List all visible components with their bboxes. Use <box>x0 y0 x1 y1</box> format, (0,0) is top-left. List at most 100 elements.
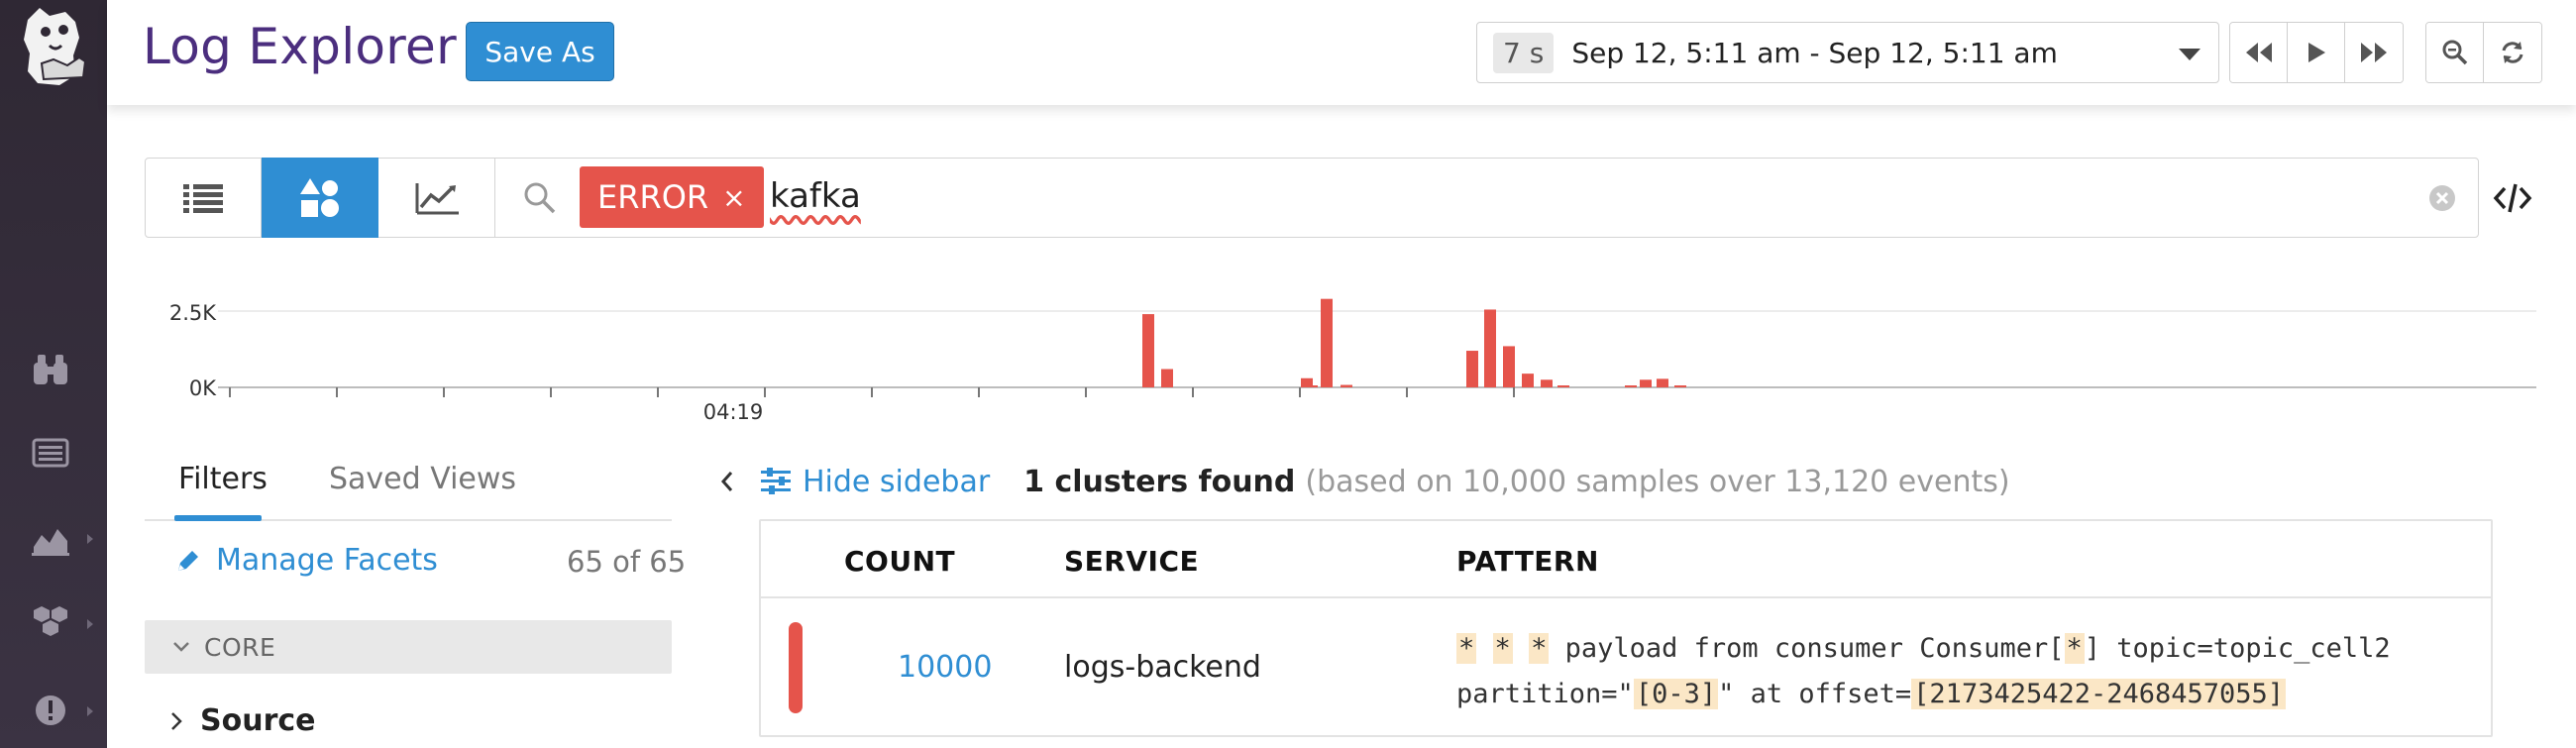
patterns-view-tab[interactable] <box>262 158 378 238</box>
line-chart-icon <box>415 182 459 214</box>
search-bar: ERROR × kafka <box>145 158 2479 238</box>
chevron-down-icon <box>173 642 189 652</box>
tab-filters[interactable]: Filters <box>178 462 268 496</box>
chevron-right-icon <box>83 616 97 630</box>
column-header-service[interactable]: SERVICE <box>1064 545 1199 578</box>
code-icon[interactable] <box>2493 180 2532 216</box>
fast-forward-icon <box>2361 43 2387 62</box>
histogram-bar[interactable] <box>1142 314 1154 387</box>
collapse-chevron-icon[interactable] <box>719 470 735 493</box>
zoom-out-button[interactable] <box>2426 23 2484 82</box>
histogram-bar[interactable] <box>1301 377 1313 387</box>
time-navigation-group <box>2229 22 2404 83</box>
x-ticks <box>229 387 1515 397</box>
bars <box>1142 298 1686 387</box>
time-range-text: Sep 12, 5:11 am - Sep 12, 5:11 am <box>1571 36 2058 69</box>
pattern-literal: payload from consumer Consumer[ <box>1549 633 2065 664</box>
patterns-toolbar: Hide sidebar 1 clusters found (based on … <box>719 462 2010 501</box>
caret-down-icon[interactable] <box>2179 49 2200 60</box>
binoculars-icon[interactable] <box>30 349 71 390</box>
pattern-variable: * <box>2064 633 2085 664</box>
histogram-bar[interactable] <box>1640 379 1652 387</box>
pattern-variable: [0-3] <box>1633 679 1719 709</box>
core-group-label: CORE <box>204 632 276 662</box>
save-as-button[interactable]: Save As <box>466 22 614 81</box>
clusters-found-count: 1 clusters found <box>1023 464 1296 499</box>
pattern-count[interactable]: 10000 <box>898 650 992 685</box>
search-icon <box>522 180 558 216</box>
histogram-bar[interactable] <box>1161 369 1173 387</box>
left-nav <box>0 0 107 748</box>
histogram-bar[interactable] <box>1557 385 1569 387</box>
column-header-count[interactable]: COUNT <box>844 545 955 578</box>
y-tick-label: 2.5K <box>169 301 217 325</box>
time-range-picker[interactable]: 7 s Sep 12, 5:11 am - Sep 12, 5:11 am <box>1476 22 2219 83</box>
pattern-variable: * <box>1456 633 1477 664</box>
histogram-bar[interactable] <box>1503 346 1515 387</box>
chip-label: ERROR <box>597 178 709 216</box>
pattern-variable: * <box>1529 633 1550 664</box>
search-query-input[interactable]: kafka <box>770 176 861 216</box>
page-title: Log Explorer <box>143 18 457 75</box>
list-view-icon <box>182 183 223 213</box>
x-tick-label: 04:19 <box>703 400 764 424</box>
clusters-sample-note: (based on 10,000 samples over 13,120 eve… <box>1305 464 2010 499</box>
histogram-bar[interactable] <box>1466 351 1478 387</box>
clear-search-icon[interactable] <box>2426 182 2458 214</box>
facet-source-label: Source <box>200 703 316 738</box>
y-tick-label: 0K <box>189 376 217 400</box>
histogram-bar[interactable] <box>1484 309 1496 387</box>
pattern-literal <box>1476 633 1492 664</box>
active-tab-indicator <box>174 515 262 521</box>
fast-forward-button[interactable] <box>2345 23 2403 82</box>
facet-source[interactable]: Source <box>170 703 316 738</box>
zoom-refresh-group <box>2425 22 2542 83</box>
manage-facets-link[interactable]: Manage Facets <box>174 543 438 578</box>
play-button[interactable] <box>2288 23 2345 82</box>
alert-icon[interactable] <box>30 690 71 731</box>
analytics-view-tab[interactable] <box>378 158 495 238</box>
manage-facets-label: Manage Facets <box>216 543 438 578</box>
refresh-button[interactable] <box>2484 23 2541 82</box>
live-interval-badge: 7 s <box>1493 32 1555 73</box>
zoom-out-icon <box>2442 40 2467 65</box>
shapes-icon <box>299 177 339 217</box>
severity-indicator <box>789 622 803 713</box>
pencil-icon <box>178 550 198 571</box>
histogram-bar[interactable] <box>1522 374 1534 387</box>
pattern-variable: * <box>1492 633 1513 664</box>
column-header-pattern[interactable]: PATTERN <box>1456 545 1599 578</box>
datadog-logo-icon[interactable] <box>14 2 93 89</box>
tab-saved-views[interactable]: Saved Views <box>329 462 516 496</box>
chevron-right-icon <box>171 711 182 730</box>
list-icon[interactable] <box>30 432 71 474</box>
hide-sidebar-button[interactable]: Hide sidebar <box>759 465 990 499</box>
hide-sidebar-label: Hide sidebar <box>803 464 991 499</box>
log-explorer-app: Log Explorer Save As 7 s Sep 12, 5:11 am… <box>0 0 2576 748</box>
chevron-right-icon <box>83 531 97 545</box>
histogram-bar[interactable] <box>1657 378 1668 387</box>
sidebar-tabs: Filters Saved Views <box>145 456 672 521</box>
error-filter-chip[interactable]: ERROR × <box>580 166 764 228</box>
histogram-bar[interactable] <box>1541 379 1553 387</box>
sliders-icon <box>761 468 791 494</box>
pattern-variable: [2173425422-2468457055] <box>1911 679 2287 709</box>
core-facet-group[interactable]: CORE <box>145 620 672 674</box>
hexagons-icon[interactable] <box>30 600 71 642</box>
refresh-icon <box>2502 42 2523 63</box>
list-view-tab[interactable] <box>145 158 262 238</box>
table-header: COUNT SERVICE PATTERN <box>761 521 2491 598</box>
histogram-bar[interactable] <box>1674 385 1686 387</box>
chart-icon[interactable] <box>30 517 71 559</box>
pattern-text: * * * payload from consumer Consumer[*] … <box>1456 626 2467 717</box>
rewind-button[interactable] <box>2230 23 2288 82</box>
remove-chip-icon[interactable]: × <box>722 181 745 214</box>
histogram-bar[interactable] <box>1625 385 1637 387</box>
histogram-bar[interactable] <box>1341 384 1352 387</box>
log-volume-histogram[interactable]: 2.5K 0K 04:19 <box>149 277 2536 436</box>
pattern-literal: " at offset= <box>1718 679 1912 709</box>
histogram-bar[interactable] <box>1321 298 1333 387</box>
table-row[interactable]: 10000 logs-backend * * * payload from co… <box>761 598 2491 737</box>
rewind-icon <box>2245 43 2272 62</box>
pattern-literal <box>1513 633 1529 664</box>
